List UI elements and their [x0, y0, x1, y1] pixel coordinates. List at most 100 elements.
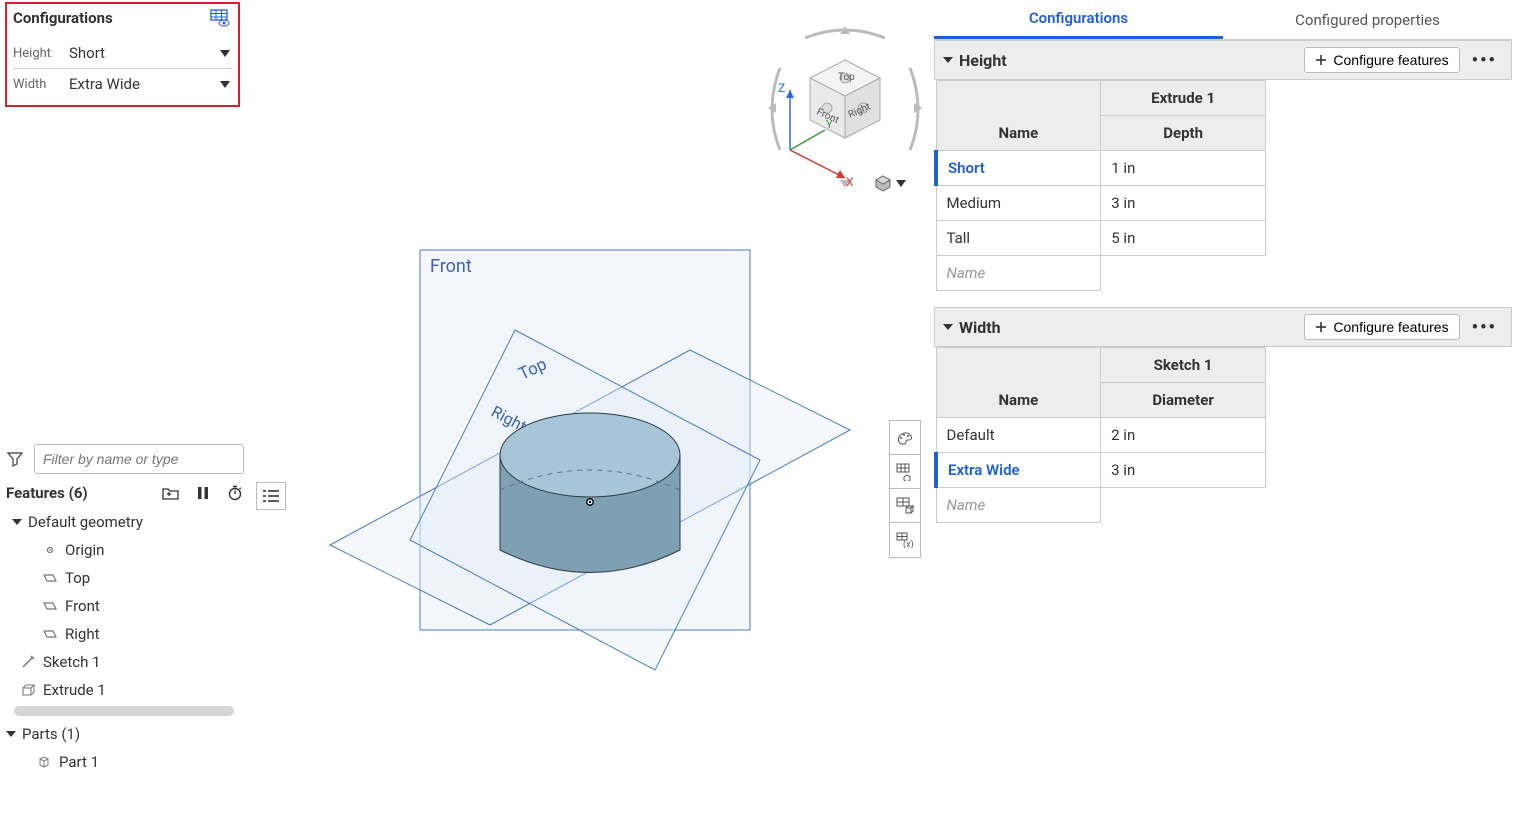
table-row-new[interactable]: Name	[936, 488, 1266, 523]
side-toolbar: (x)	[889, 420, 921, 558]
tree-label: Extrude 1	[43, 681, 106, 699]
tree-parts[interactable]: Parts (1)	[6, 720, 244, 748]
configurations-title: Configurations	[13, 9, 113, 27]
button-label: Configure features	[1333, 319, 1448, 335]
width-config-table: Name Sketch 1 Diameter Default 2 in Extr…	[934, 347, 1266, 523]
section-title: Height	[959, 51, 1007, 70]
table-row[interactable]: Extra Wide 3 in	[936, 453, 1266, 488]
table-header-param: Diameter	[1101, 383, 1266, 418]
caret-down-icon	[220, 50, 230, 57]
view-cube[interactable]: Top Front Right Z X Y	[760, 20, 930, 200]
custom-tables-tool-icon[interactable]	[890, 489, 920, 523]
row-name-placeholder[interactable]: Name	[936, 488, 1101, 523]
config-row-label: Height	[13, 46, 59, 61]
row-value[interactable]: 3 in	[1101, 453, 1266, 488]
config-height-value: Short	[69, 44, 105, 62]
section-head-width: Width Configure features •••	[934, 307, 1512, 347]
scrollbar-thumb[interactable]	[14, 706, 234, 716]
tab-configurations[interactable]: Configurations	[934, 0, 1223, 39]
row-value[interactable]: 1 in	[1101, 151, 1266, 186]
stopwatch-icon[interactable]	[226, 484, 244, 502]
row-name-placeholder[interactable]: Name	[936, 256, 1101, 291]
more-menu-icon[interactable]: •••	[1468, 50, 1501, 71]
row-value[interactable]: 2 in	[1101, 418, 1266, 453]
tree-label: Parts (1)	[22, 725, 80, 743]
configure-features-button[interactable]: Configure features	[1304, 314, 1459, 340]
render-mode-dropdown[interactable]	[874, 174, 906, 192]
chevron-down-icon[interactable]	[943, 57, 953, 63]
configurations-tool-icon[interactable]	[890, 455, 920, 489]
svg-text:Y: Y	[826, 118, 833, 131]
plane-icon	[42, 627, 57, 642]
table-header-param: Depth	[1101, 116, 1266, 151]
tree-label: Part 1	[59, 753, 99, 771]
tree-extrude-1[interactable]: Extrude 1	[6, 676, 244, 704]
pause-icon[interactable]	[194, 484, 212, 502]
tree-front-plane[interactable]: Front	[6, 592, 244, 620]
svg-text:Z: Z	[778, 81, 785, 95]
table-header-name: Name	[936, 81, 1101, 151]
tree-label: Top	[65, 569, 90, 587]
panel-tabs: Configurations Configured properties	[934, 0, 1512, 40]
table-row[interactable]: Medium 3 in	[936, 186, 1266, 221]
table-row[interactable]: Short 1 in	[936, 151, 1266, 186]
extrude-icon	[20, 683, 35, 698]
caret-down-icon	[220, 81, 230, 88]
more-menu-icon[interactable]: •••	[1468, 317, 1501, 338]
feature-filter-input[interactable]	[34, 444, 244, 474]
filter-icon[interactable]	[6, 450, 24, 468]
height-config-table: Name Extrude 1 Depth Short 1 in Medium 3…	[934, 80, 1266, 291]
svg-text:(x): (x)	[903, 539, 914, 548]
chevron-down-icon[interactable]	[943, 324, 953, 330]
row-name: Medium	[936, 186, 1101, 221]
config-width-value: Extra Wide	[69, 75, 140, 93]
tree-label: Sketch 1	[43, 653, 101, 671]
configurations-panel: Configurations Configured properties Hei…	[934, 0, 1512, 822]
variables-tool-icon[interactable]: (x)	[890, 523, 920, 557]
row-name: Short	[936, 151, 1101, 186]
config-height-dropdown[interactable]: Short	[67, 42, 232, 64]
tree-label: Right	[65, 625, 99, 643]
configurations-callout: Configurations Height Short Width Extra …	[5, 2, 240, 107]
svg-text:Top: Top	[838, 72, 855, 83]
section-title: Width	[959, 318, 1001, 337]
tab-configured-properties[interactable]: Configured properties	[1223, 0, 1512, 39]
plane-label-front: Front	[430, 256, 472, 277]
feature-panel: Features (6) Default geometry Origin Top…	[6, 444, 244, 776]
tree-origin[interactable]: Origin	[6, 536, 244, 564]
origin-icon	[42, 543, 57, 558]
plane-icon	[42, 571, 57, 586]
table-row[interactable]: Tall 5 in	[936, 221, 1266, 256]
appearance-tool-icon[interactable]	[890, 421, 920, 455]
config-row-width: Width Extra Wide	[13, 69, 232, 99]
add-feature-folder-icon[interactable]	[162, 484, 180, 502]
sketch-icon	[20, 655, 35, 670]
table-header-feature: Sketch 1	[1101, 348, 1266, 383]
plane-icon	[42, 599, 57, 614]
row-name: Default	[936, 418, 1101, 453]
tree-top-plane[interactable]: Top	[6, 564, 244, 592]
button-label: Configure features	[1333, 52, 1448, 68]
section-head-height: Height Configure features •••	[934, 40, 1512, 80]
tree-sketch-1[interactable]: Sketch 1	[6, 648, 244, 676]
configurations-table-icon[interactable]	[208, 8, 232, 28]
config-row-height: Height Short	[13, 38, 232, 69]
chevron-down-icon	[12, 519, 22, 525]
row-value[interactable]: 5 in	[1101, 221, 1266, 256]
tree-part-1[interactable]: Part 1	[6, 748, 244, 776]
tree-right-plane[interactable]: Right	[6, 620, 244, 648]
row-value[interactable]: 3 in	[1101, 186, 1266, 221]
configure-features-button[interactable]: Configure features	[1304, 47, 1459, 73]
tree-default-geometry[interactable]: Default geometry	[6, 508, 244, 536]
tree-label: Default geometry	[28, 513, 143, 531]
config-width-dropdown[interactable]: Extra Wide	[67, 73, 232, 95]
caret-down-icon	[896, 180, 906, 187]
table-row-new[interactable]: Name	[936, 256, 1266, 291]
features-count-label: Features (6)	[6, 484, 88, 502]
table-header-name: Name	[936, 348, 1101, 418]
tree-label: Origin	[65, 541, 104, 559]
tree-label: Front	[65, 597, 100, 615]
part-icon	[36, 755, 51, 770]
table-header-feature: Extrude 1	[1101, 81, 1266, 116]
table-row[interactable]: Default 2 in	[936, 418, 1266, 453]
